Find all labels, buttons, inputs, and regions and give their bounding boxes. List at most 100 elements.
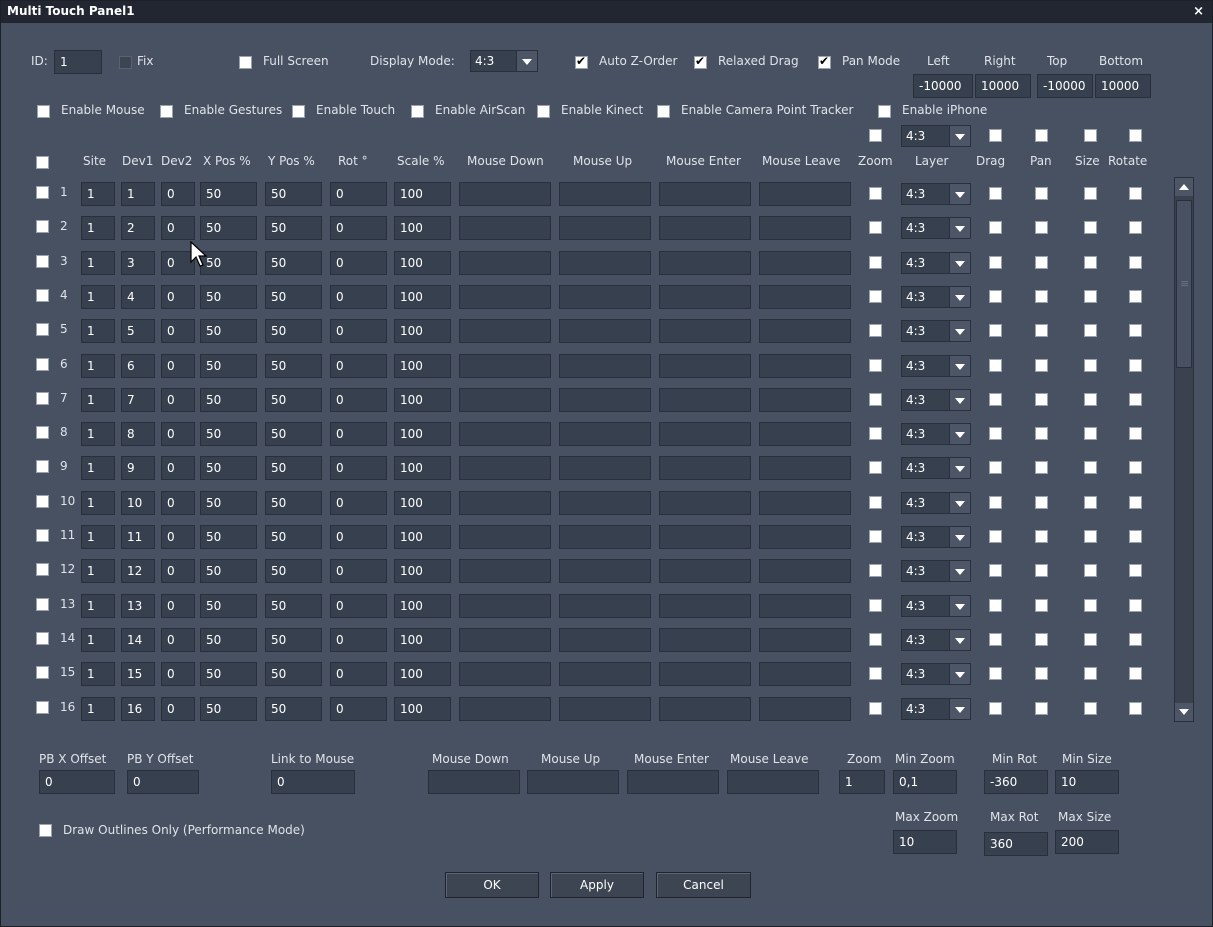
row-y-input[interactable]: 50 — [265, 250, 322, 275]
row-mouse-enter-input[interactable] — [659, 250, 751, 275]
close-icon[interactable]: × — [1193, 4, 1204, 19]
row-pan-checkbox[interactable] — [1035, 221, 1048, 235]
row-rot-input[interactable]: 0 — [330, 662, 387, 687]
row-size-checkbox[interactable] — [1084, 530, 1097, 543]
row-x-input[interactable]: 50 — [200, 696, 257, 721]
enable-checkbox-5[interactable] — [657, 105, 670, 118]
row-pan-checkbox[interactable] — [1035, 598, 1048, 612]
max-size-input[interactable]: 200 — [1055, 830, 1119, 854]
enable-checkbox-0[interactable] — [37, 105, 50, 118]
row-rot-input[interactable]: 0 — [330, 593, 387, 618]
row-x-input[interactable]: 50 — [200, 456, 257, 481]
row-checkbox[interactable] — [36, 391, 49, 405]
row-scale-input[interactable]: 100 — [394, 627, 451, 652]
row-rotate-checkbox[interactable] — [1129, 221, 1142, 235]
bottom-mouse-leave-input[interactable] — [727, 770, 819, 794]
enable-checkbox-4[interactable] — [537, 105, 550, 118]
row-dev2-input[interactable]: 0 — [161, 525, 195, 549]
row-mouse-up-input[interactable] — [559, 559, 651, 584]
row-y-input[interactable]: 50 — [265, 490, 322, 515]
row-mouse-enter-input[interactable] — [659, 696, 751, 721]
row-checkbox[interactable] — [36, 220, 49, 234]
row-size-checkbox[interactable] — [1084, 392, 1097, 406]
row-site-input[interactable]: 1 — [81, 490, 115, 515]
top-input[interactable]: -10000 — [1037, 74, 1093, 98]
row-x-input[interactable]: 50 — [200, 353, 257, 378]
row-scale-input[interactable]: 100 — [394, 559, 451, 584]
row-mouse-down-input[interactable] — [459, 284, 551, 309]
row-mouse-down-input[interactable] — [459, 216, 551, 241]
row-size-checkbox[interactable] — [1084, 324, 1097, 338]
auto-zorder-checkbox[interactable] — [575, 54, 588, 69]
row-dev1-input[interactable]: 2 — [121, 216, 155, 241]
pb-y-offset-input[interactable]: 0 — [127, 770, 199, 794]
row-dev1-input[interactable]: 15 — [121, 662, 155, 687]
row-mouse-down-input[interactable] — [459, 422, 551, 447]
row-rotate-checkbox[interactable] — [1129, 667, 1142, 681]
chevron-down-icon[interactable] — [949, 458, 970, 479]
row-checkbox[interactable] — [36, 597, 49, 611]
row-zoom-checkbox[interactable] — [869, 461, 882, 475]
chevron-down-icon[interactable] — [949, 595, 970, 616]
drag-all-checkbox[interactable] — [989, 129, 1002, 142]
row-mouse-leave-input[interactable] — [759, 182, 851, 206]
row-x-input[interactable]: 50 — [200, 490, 257, 515]
row-checkbox[interactable] — [36, 700, 49, 714]
row-rot-input[interactable]: 0 — [330, 250, 387, 275]
fix-checkbox[interactable] — [119, 56, 132, 69]
row-site-input[interactable]: 1 — [81, 182, 115, 206]
row-mouse-up-input[interactable] — [559, 250, 651, 275]
display-mode-select[interactable]: 4:3 — [470, 50, 538, 72]
chevron-down-icon[interactable] — [949, 218, 970, 239]
row-mouse-up-input[interactable] — [559, 662, 651, 687]
row-mouse-enter-input[interactable] — [659, 593, 751, 618]
row-site-input[interactable]: 1 — [81, 250, 115, 275]
row-dev2-input[interactable]: 0 — [161, 387, 195, 412]
row-checkbox[interactable] — [36, 460, 49, 474]
row-layer-select[interactable]: 4:3 — [901, 457, 971, 480]
row-drag-checkbox[interactable] — [989, 427, 1002, 441]
row-mouse-enter-input[interactable] — [659, 387, 751, 412]
row-mouse-enter-input[interactable] — [659, 284, 751, 309]
row-pan-checkbox[interactable] — [1035, 187, 1048, 200]
row-mouse-enter-input[interactable] — [659, 490, 751, 515]
row-zoom-checkbox[interactable] — [869, 667, 882, 681]
row-y-input[interactable]: 50 — [265, 696, 322, 721]
row-y-input[interactable]: 50 — [265, 284, 322, 309]
chevron-down-icon[interactable] — [949, 664, 970, 685]
row-x-input[interactable]: 50 — [200, 662, 257, 687]
row-pan-checkbox[interactable] — [1035, 358, 1048, 372]
row-pan-checkbox[interactable] — [1035, 289, 1048, 303]
row-rotate-checkbox[interactable] — [1129, 324, 1142, 338]
row-mouse-down-input[interactable] — [459, 456, 551, 481]
zoom-all-checkbox[interactable] — [869, 129, 882, 142]
row-dev2-input[interactable]: 0 — [161, 182, 195, 206]
row-checkbox[interactable] — [36, 186, 49, 199]
row-rotate-checkbox[interactable] — [1129, 461, 1142, 475]
row-dev2-input[interactable]: 0 — [161, 696, 195, 721]
row-zoom-checkbox[interactable] — [869, 392, 882, 406]
row-y-input[interactable]: 50 — [265, 216, 322, 241]
row-mouse-leave-input[interactable] — [759, 662, 851, 687]
row-mouse-enter-input[interactable] — [659, 422, 751, 447]
row-size-checkbox[interactable] — [1084, 667, 1097, 681]
row-x-input[interactable]: 50 — [200, 525, 257, 549]
min-zoom-input[interactable]: 0,1 — [893, 770, 957, 794]
row-mouse-up-input[interactable] — [559, 422, 651, 447]
row-layer-select[interactable]: 4:3 — [901, 526, 971, 548]
row-dev2-input[interactable]: 0 — [161, 593, 195, 618]
min-rot-input[interactable]: -360 — [984, 770, 1048, 794]
chevron-down-icon[interactable] — [949, 355, 970, 376]
row-mouse-down-input[interactable] — [459, 559, 551, 584]
row-layer-select[interactable]: 4:3 — [901, 663, 971, 686]
chevron-down-icon[interactable] — [949, 286, 970, 307]
row-mouse-up-input[interactable] — [559, 319, 651, 344]
row-site-input[interactable]: 1 — [81, 559, 115, 584]
row-site-input[interactable]: 1 — [81, 627, 115, 652]
row-dev1-input[interactable]: 7 — [121, 387, 155, 412]
row-drag-checkbox[interactable] — [989, 530, 1002, 543]
row-zoom-checkbox[interactable] — [869, 187, 882, 200]
row-site-input[interactable]: 1 — [81, 662, 115, 687]
row-mouse-down-input[interactable] — [459, 387, 551, 412]
row-size-checkbox[interactable] — [1084, 255, 1097, 269]
